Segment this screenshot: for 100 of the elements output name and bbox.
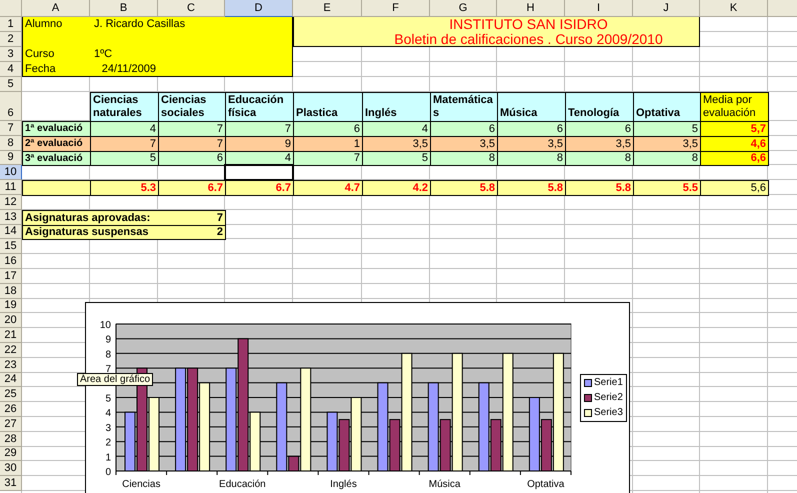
subject-header: Ciencias sociales	[158, 92, 226, 122]
axis-label: 3	[105, 422, 111, 434]
column-header[interactable]: E	[293, 0, 362, 17]
grade-cell: 3,5	[430, 136, 498, 152]
row-header[interactable]: 17	[0, 268, 22, 284]
axis-label: 5	[105, 394, 111, 404]
summary-label: Asignaturas aprovadas:	[25, 212, 150, 224]
row-header[interactable]: 2	[0, 32, 22, 47]
axis-label: Ciencias	[122, 479, 160, 490]
row-header[interactable]: 5	[0, 77, 22, 92]
subject-header: Tenología	[565, 92, 634, 122]
row-header[interactable]: 7	[0, 121, 22, 136]
field-label: Alumno	[24, 17, 62, 32]
row-header[interactable]: 23	[0, 358, 22, 373]
row-header[interactable]: 28	[0, 432, 22, 447]
subject-header: Música	[497, 92, 566, 122]
overall-average-cell: 5,6	[700, 180, 769, 196]
field-value: 24/11/2009	[100, 62, 157, 77]
column-header[interactable]	[768, 0, 797, 17]
axis-label: Optativa	[527, 479, 564, 490]
row-header[interactable]: 30	[0, 461, 22, 476]
summary-label: Asignaturas suspensas	[25, 226, 148, 238]
row-header[interactable]: 12	[0, 194, 22, 210]
column-header[interactable]: B	[90, 0, 158, 17]
grade-cell: 5	[90, 150, 159, 166]
average-cell: 6.7	[225, 180, 294, 196]
grade-cell: 3,5	[497, 136, 566, 152]
grade-cell: 8	[633, 150, 701, 166]
tooltip: Área del gráfico	[77, 373, 154, 386]
average-cell: 6.7	[158, 180, 226, 196]
row-header[interactable]: 6	[0, 92, 22, 121]
row-header[interactable]: 13	[0, 210, 22, 225]
row-header[interactable]: 3	[0, 47, 22, 62]
axis-label: 8	[105, 349, 111, 360]
column-header[interactable]: C	[158, 0, 225, 17]
row-header[interactable]: 11	[0, 180, 22, 195]
school-name: INSTITUTO SAN ISIDRO	[449, 16, 608, 32]
row-header[interactable]: 18	[0, 284, 22, 299]
row-header[interactable]: 14	[0, 224, 22, 240]
row-header[interactable]: 27	[0, 416, 22, 432]
grade-cell: 6	[293, 121, 363, 137]
grade-cell: 7	[293, 150, 363, 166]
evaluation-label: 2ª evaluació	[22, 136, 91, 152]
cell-cursor[interactable]	[224, 164, 294, 182]
row-header[interactable]: 26	[0, 402, 22, 417]
row-header[interactable]: 24	[0, 372, 22, 388]
row-header[interactable]: 1	[0, 17, 22, 32]
axis-label: Inglés	[330, 479, 357, 490]
row-header[interactable]: 16	[0, 254, 22, 269]
row-header[interactable]: 15	[0, 239, 22, 254]
column-header[interactable]: K	[700, 0, 768, 17]
axis-label: 9	[105, 334, 111, 346]
row-header[interactable]: 8	[0, 136, 22, 151]
row-header[interactable]: 9	[0, 150, 22, 166]
column-header[interactable]: H	[497, 0, 565, 17]
report-title: Boletin de calificaciones . Curso 2009/2010	[394, 32, 663, 46]
row-header[interactable]: 25	[0, 387, 22, 402]
row-header[interactable]: 21	[0, 328, 22, 343]
column-header[interactable]: G	[430, 0, 497, 17]
grade-cell: 3,5	[633, 136, 701, 152]
field-value: 1ºC	[93, 47, 114, 62]
grade-cell: 6	[497, 121, 566, 137]
average-cell: 5.3	[90, 180, 159, 196]
column-header[interactable]: A	[22, 0, 90, 17]
average-cell: 4.2	[362, 180, 431, 196]
average-cell: 5.5	[633, 180, 701, 196]
select-all-corner[interactable]	[0, 0, 22, 17]
row-header[interactable]: 31	[0, 476, 22, 491]
column-header[interactable]: J	[633, 0, 700, 17]
grade-cell: 8	[430, 150, 498, 166]
evaluation-label: 3ª evaluació	[22, 150, 91, 166]
row-header[interactable]: 22	[0, 342, 22, 358]
grade-cell: 6	[430, 121, 498, 137]
average-cell: 5.8	[497, 180, 566, 196]
average-header: Media por evaluación	[700, 92, 769, 122]
row-header[interactable]: 20	[0, 313, 22, 328]
row-header[interactable]: 19	[0, 298, 22, 314]
grade-cell: 5	[633, 121, 701, 137]
field-label: Curso	[24, 47, 54, 62]
grade-cell: 4	[90, 121, 159, 137]
subject-header: Plastica	[293, 92, 363, 122]
column-header[interactable]: F	[362, 0, 430, 17]
row-header[interactable]: 10	[0, 165, 22, 180]
average-cell: 5,7	[700, 121, 769, 137]
average-cell: 4,6	[700, 136, 769, 152]
average-cell: 6,6	[700, 150, 769, 166]
grade-cell: 5	[362, 150, 431, 166]
legend-label: Serie2	[594, 392, 623, 404]
grade-cell: 6	[158, 150, 226, 166]
axis-label: 4	[105, 408, 111, 420]
grade-cell: 8	[565, 150, 634, 166]
field-value: J. Ricardo Casillas	[93, 17, 186, 32]
summary-value: 7	[216, 212, 223, 224]
row-header[interactable]: 29	[0, 446, 22, 462]
column-header[interactable]: D	[225, 0, 293, 17]
axis-label: 10	[100, 320, 111, 331]
evaluation-label: 1ª evaluació	[22, 121, 91, 137]
axis-label: 0	[105, 467, 111, 478]
row-header[interactable]: 4	[0, 62, 22, 77]
column-header[interactable]: I	[565, 0, 633, 17]
